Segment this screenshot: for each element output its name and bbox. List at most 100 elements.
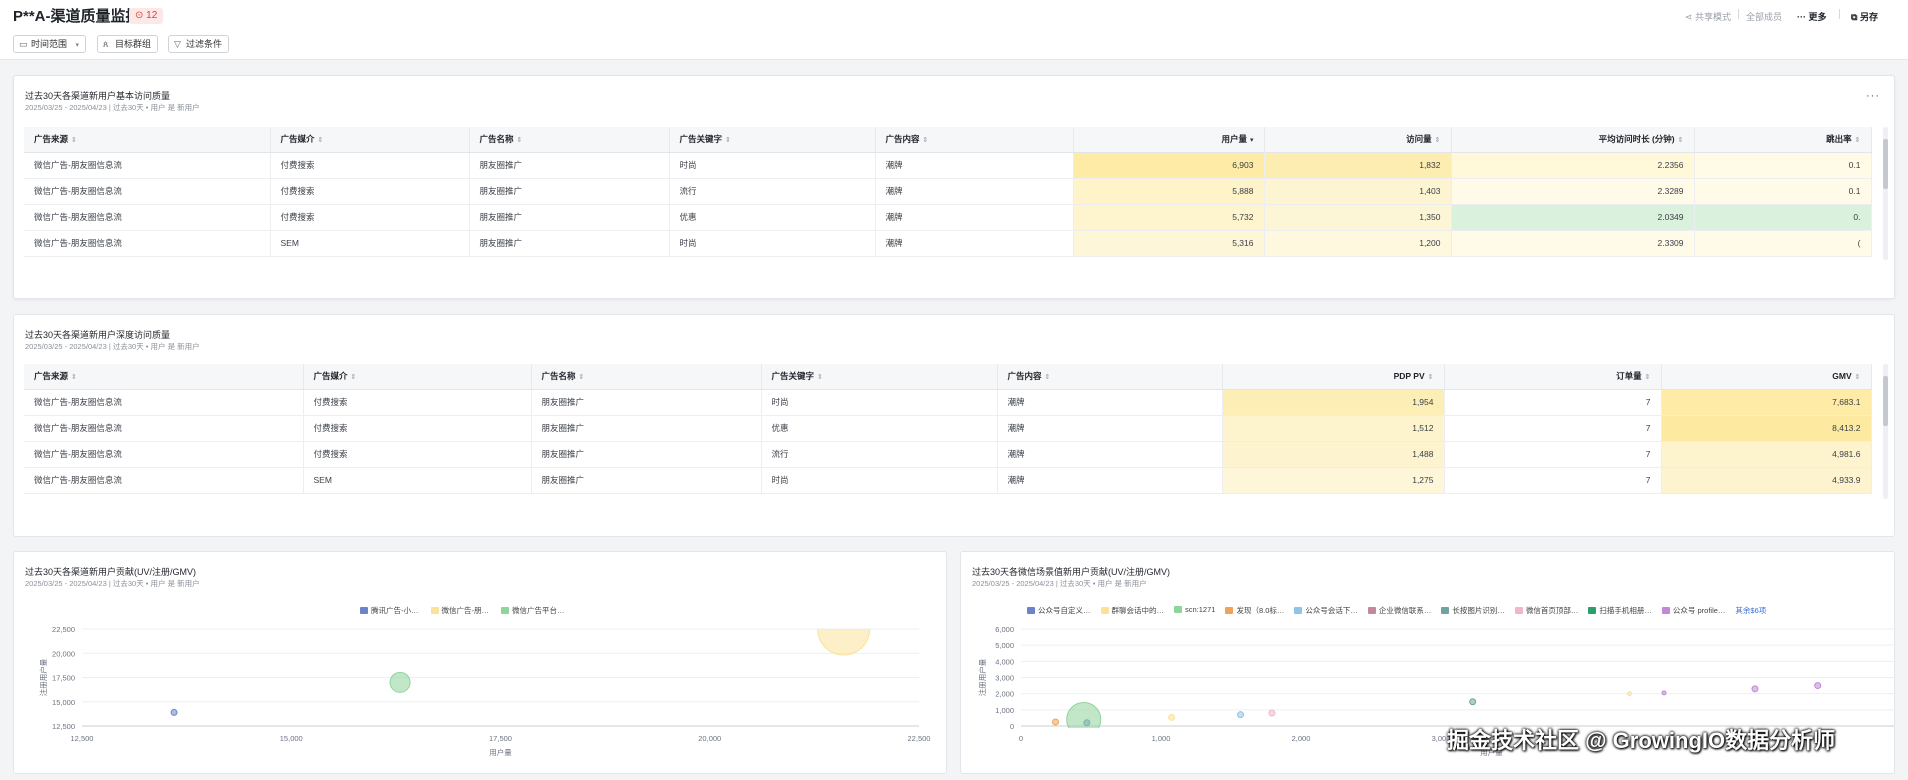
column-header[interactable]: 访问量 ⇕: [1264, 127, 1452, 153]
table-cell: 8,413.2: [1661, 415, 1872, 442]
share-mode-link[interactable]: ⋖ 共享模式: [1685, 10, 1731, 23]
column-header[interactable]: 跳出率 ⇕: [1694, 127, 1872, 153]
x-tick-label: 15,000: [280, 734, 303, 743]
column-header[interactable]: 广告来源 ⇕: [24, 127, 271, 153]
column-header[interactable]: 广告关键字 ⇕: [761, 364, 998, 390]
more-menu-button[interactable]: ··· 更多: [1797, 10, 1827, 23]
save-as-button[interactable]: ⧉ 另存: [1851, 10, 1878, 23]
table-cell: (: [1694, 230, 1872, 257]
column-header-label: 广告关键字: [771, 371, 815, 382]
table-cell: 6,903: [1073, 152, 1265, 179]
column-header[interactable]: 订单量 ⇕: [1444, 364, 1662, 390]
table-cell: 5,316: [1073, 230, 1265, 257]
table-row[interactable]: 微信广告-朋友圈信息流 付费搜索 朋友圈推广 优惠 潮牌 1,512 7 8,413.2: [24, 415, 1872, 442]
sort-icon[interactable]: ⇕: [71, 374, 77, 381]
table-cell: 5,888: [1073, 178, 1265, 205]
table-row[interactable]: 微信广告-朋友圈信息流 SEM 朋友圈推广 时尚 潮牌 1,275 7 4,933.9: [24, 467, 1872, 494]
sort-icon[interactable]: ⇕: [817, 374, 823, 381]
table-cell: 7: [1444, 389, 1662, 416]
column-header-label: 广告关键字: [679, 134, 723, 145]
column-header-label: 平均访问时长 (分钟): [1598, 134, 1675, 145]
y-axis-label: 注册用户量: [38, 658, 48, 696]
sort-icon[interactable]: ⇕: [1435, 137, 1441, 144]
sort-icon[interactable]: ⇕: [1645, 374, 1651, 381]
calendar-icon: ▭: [19, 39, 28, 49]
column-header[interactable]: 广告来源 ⇕: [24, 364, 304, 390]
table-cell: SEM: [270, 230, 470, 257]
time-range-filter-button[interactable]: ▭ 时间范围 ▾: [13, 35, 87, 53]
table-row[interactable]: 微信广告-朋友圈信息流 付费搜索 朋友圈推广 流行 潮牌 5,888 1,403 2.3289…: [24, 178, 1872, 205]
table-scrollbar[interactable]: [1883, 364, 1888, 499]
table-cell: 时尚: [669, 152, 876, 179]
sort-icon[interactable]: ⇕: [1045, 374, 1051, 381]
share-scope-label[interactable]: 全部成员: [1746, 10, 1782, 23]
column-header[interactable]: GMV ⇕: [1661, 364, 1872, 390]
column-header[interactable]: 广告媒介 ⇕: [270, 127, 470, 153]
table-cell: 朋友圈推广: [531, 441, 762, 468]
table-cell: 付费搜索: [303, 441, 532, 468]
column-header-label: 用户量: [1221, 134, 1247, 145]
status-badge[interactable]: ⊙ 12: [129, 8, 164, 24]
table-scrollbar[interactable]: [1883, 127, 1888, 260]
deep-quality-card: 过去30天各渠道新用户深度访问质量 2025/03/25 - 2025/04/2…: [13, 314, 1895, 537]
scrollbar-thumb[interactable]: [1883, 376, 1888, 426]
table-cell: 2.3289: [1451, 178, 1695, 205]
table-cell: 5,732: [1073, 204, 1265, 231]
bubble-point: [1237, 711, 1245, 719]
column-header-label: 跳出率: [1826, 134, 1852, 145]
table-cell: 1,832: [1264, 152, 1452, 179]
chevron-down-icon: ▾: [75, 42, 80, 49]
table-cell: 流行: [669, 178, 876, 205]
column-header[interactable]: 广告内容 ⇕: [875, 127, 1074, 153]
sort-icon[interactable]: ⇕: [318, 137, 324, 144]
column-header[interactable]: PDP PV ⇕: [1222, 364, 1445, 390]
table-row[interactable]: 微信广告-朋友圈信息流 付费搜索 朋友圈推广 流行 潮牌 1,488 7 4,981.6: [24, 441, 1872, 468]
table-cell: 潮牌: [997, 441, 1223, 468]
column-header[interactable]: 广告名称 ⇕: [531, 364, 762, 390]
sort-icon[interactable]: ⇕: [71, 137, 77, 144]
sort-desc-icon[interactable]: ▾: [1250, 137, 1254, 144]
table-row[interactable]: 微信广告-朋友圈信息流 付费搜索 朋友圈推广 时尚 潮牌 1,954 7 7,683.1: [24, 389, 1872, 416]
sort-icon[interactable]: ⇕: [579, 374, 585, 381]
card-more-icon[interactable]: ···: [1866, 90, 1880, 102]
time-range-label: 时间范围: [31, 39, 68, 49]
bubble-point: [1814, 682, 1822, 690]
table-cell: 朋友圈推广: [469, 204, 670, 231]
target-group-label: 目标群组: [115, 39, 152, 49]
sort-icon[interactable]: ⇕: [351, 374, 357, 381]
bubble-point: [389, 671, 411, 693]
column-header[interactable]: 广告名称 ⇕: [469, 127, 670, 153]
scrollbar-thumb[interactable]: [1883, 139, 1888, 189]
column-header[interactable]: 广告关键字 ⇕: [669, 127, 876, 153]
sort-icon[interactable]: ⇕: [1855, 374, 1861, 381]
sort-icon[interactable]: ⇕: [923, 137, 929, 144]
more-label: 更多: [1808, 12, 1827, 22]
column-header-label: 广告来源: [34, 371, 69, 382]
target-group-filter-button[interactable]: ጰ 目标群组: [97, 35, 159, 53]
table-cell: 付费搜索: [270, 178, 470, 205]
bubble-point: [1751, 685, 1759, 693]
column-header-label: PDP PV: [1393, 371, 1425, 382]
card-subtitle: 2025/03/25 - 2025/04/23 | 过去30天 • 用户 是 新…: [25, 103, 200, 112]
column-header[interactable]: 广告内容 ⇕: [997, 364, 1223, 390]
table-row[interactable]: 微信广告-朋友圈信息流 SEM 朋友圈推广 时尚 潮牌 5,316 1,200 2.3309(: [24, 230, 1872, 257]
sort-icon[interactable]: ⇕: [517, 137, 523, 144]
column-header[interactable]: 广告媒介 ⇕: [303, 364, 532, 390]
sort-icon[interactable]: ⇕: [1678, 137, 1684, 144]
plot-area: [170, 629, 871, 716]
sort-icon[interactable]: ⇕: [1855, 137, 1861, 144]
column-header[interactable]: 平均访问时长 (分钟) ⇕: [1451, 127, 1695, 153]
filter-conditions-button[interactable]: ▽ 过滤条件: [168, 35, 230, 53]
watermark: 掘金技术社区 @ GrowingIO数据分析师: [1447, 728, 1836, 753]
table-cell: 付费搜索: [270, 152, 470, 179]
x-tick-label: 22,500: [908, 734, 931, 743]
divider: [1839, 9, 1840, 19]
table-row[interactable]: 微信广告-朋友圈信息流 付费搜索 朋友圈推广 时尚 潮牌 6,903 1,832 2.2356…: [24, 152, 1872, 179]
funnel-icon: ▽: [174, 39, 181, 49]
column-header[interactable]: 用户量 ▾: [1073, 127, 1265, 153]
sort-icon[interactable]: ⇕: [1428, 374, 1434, 381]
table-cell: 潮牌: [875, 204, 1074, 231]
sort-icon[interactable]: ⇕: [725, 137, 731, 144]
y-tick-label: 17,500: [52, 674, 75, 683]
table-row[interactable]: 微信广告-朋友圈信息流 付费搜索 朋友圈推广 优惠 潮牌 5,732 1,350 2.0349…: [24, 204, 1872, 231]
